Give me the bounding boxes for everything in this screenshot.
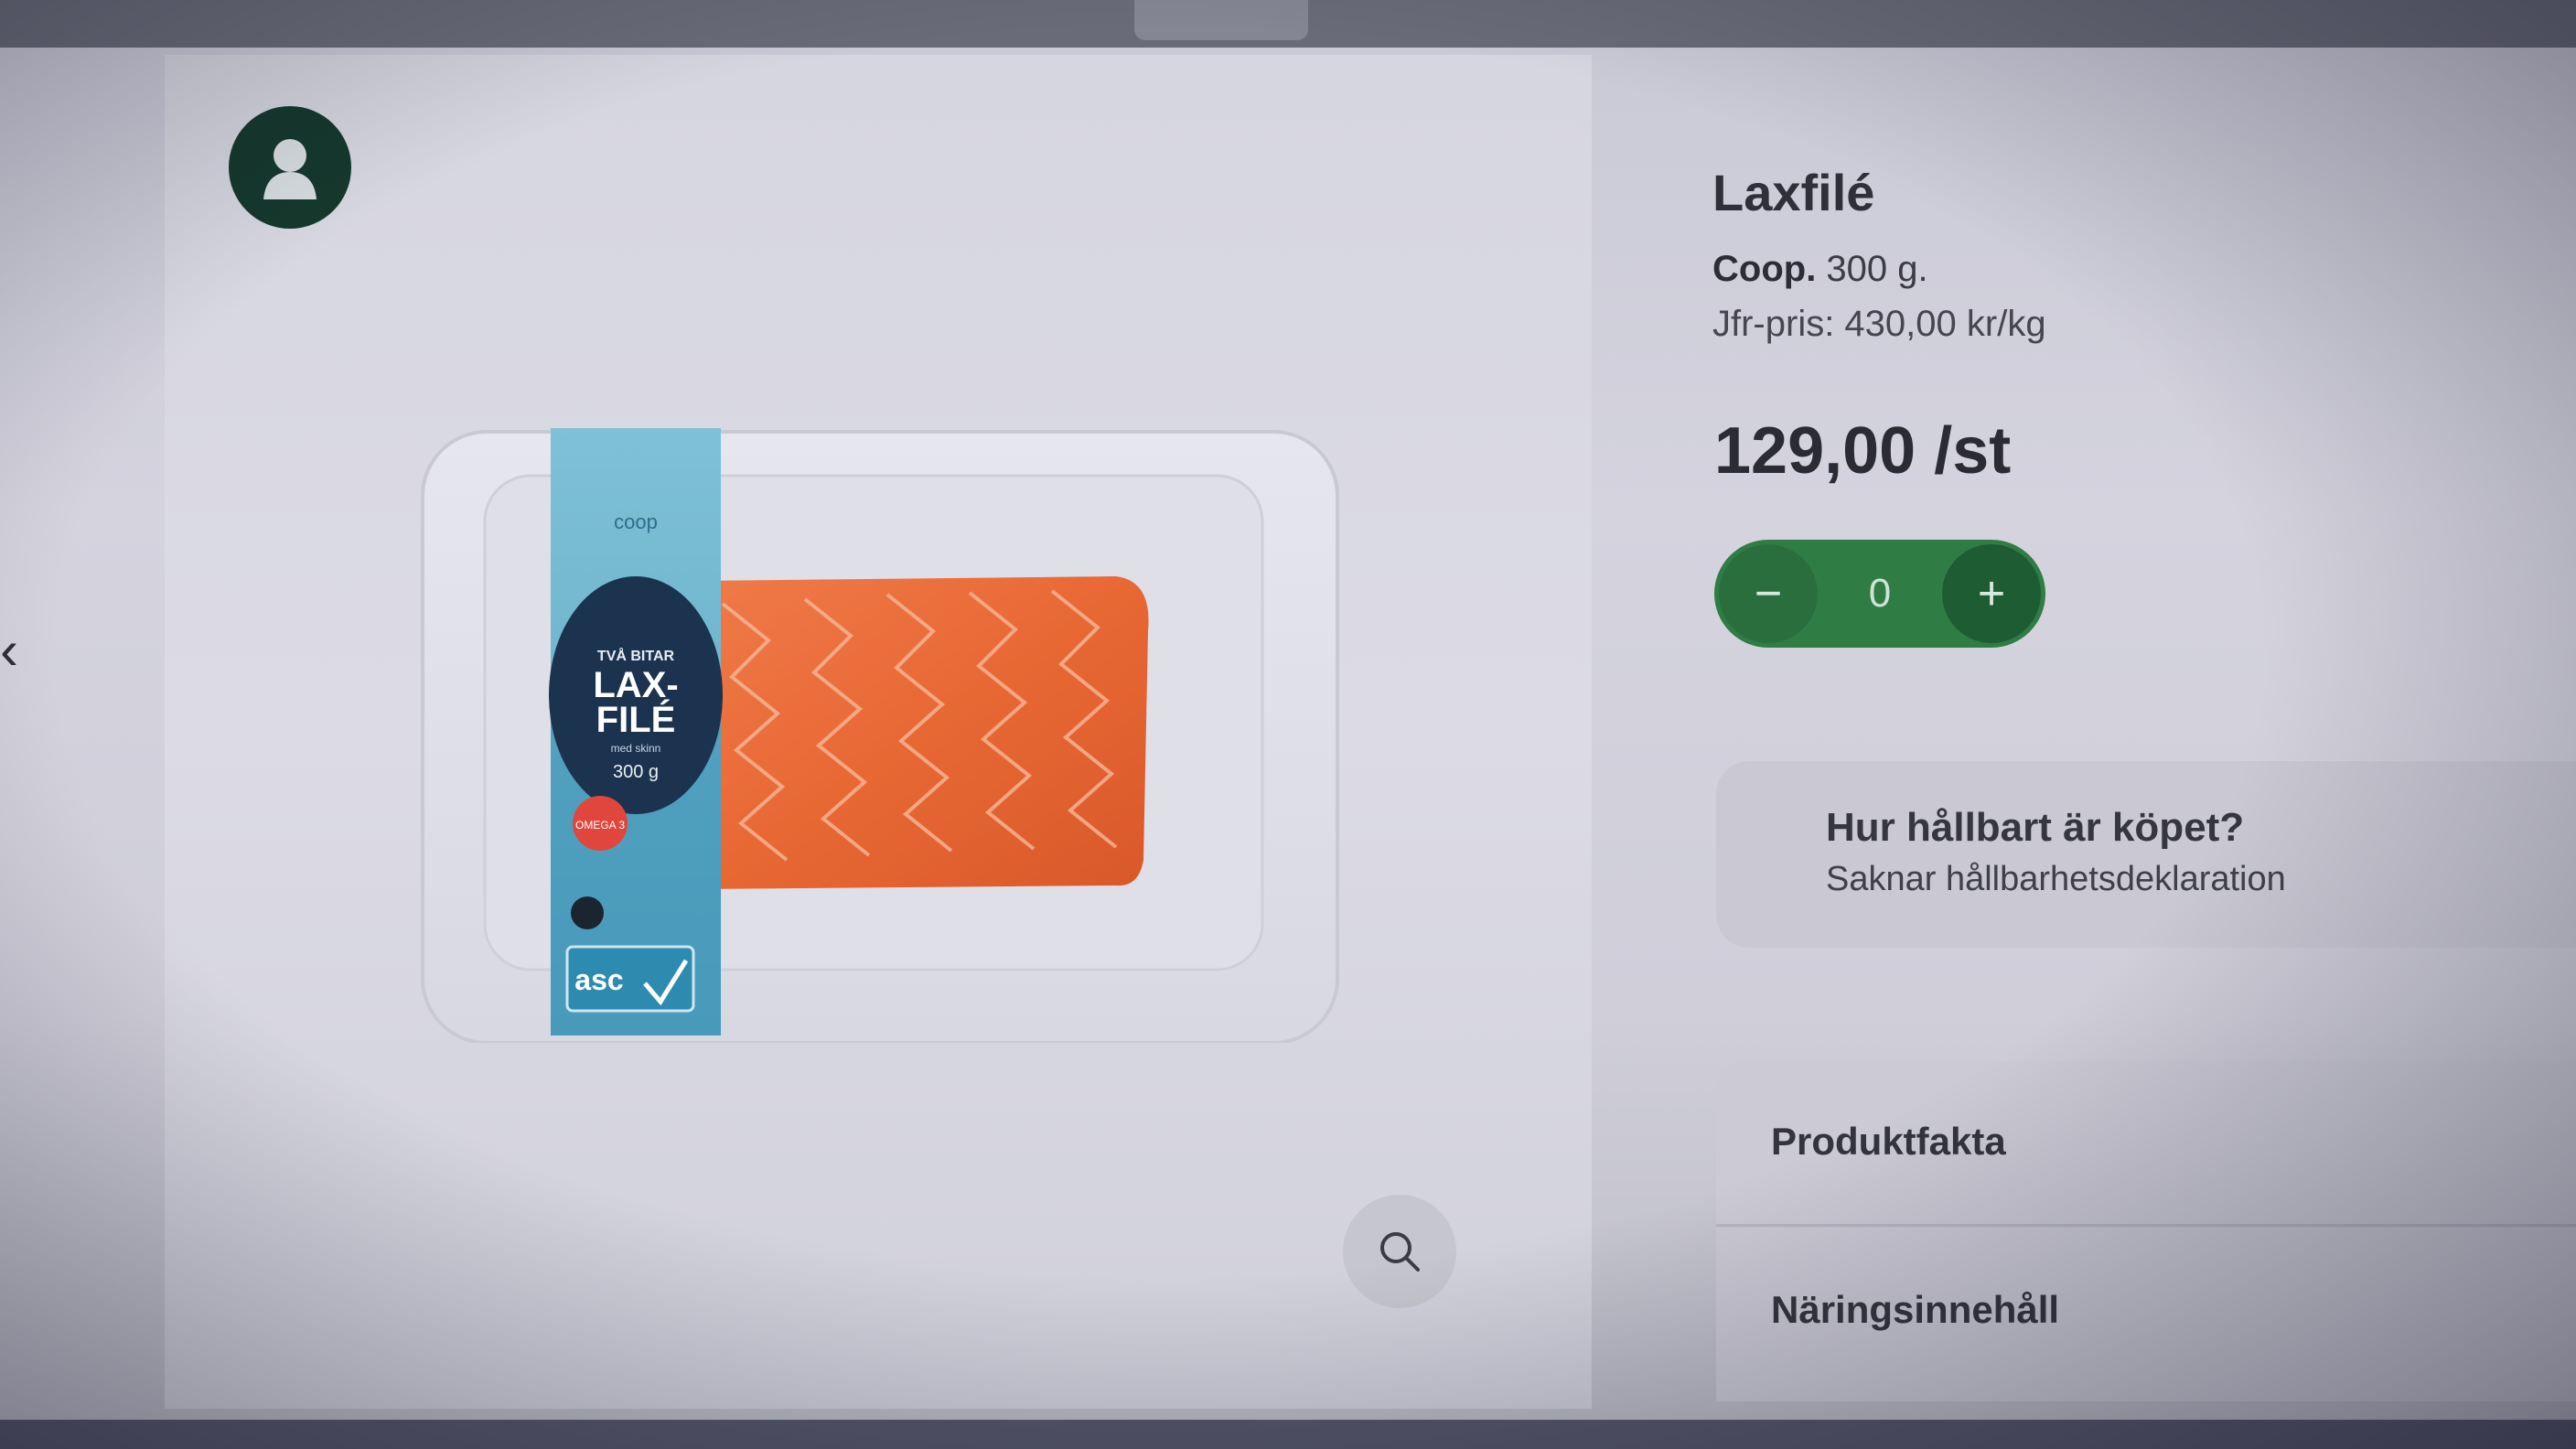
accordion-label: Näringsinnehåll <box>1771 1288 2060 1331</box>
product-title: Laxfilé <box>1712 164 1875 221</box>
decrease-quantity-button[interactable]: − <box>1719 544 1818 643</box>
increase-quantity-button[interactable]: + <box>1942 544 2041 643</box>
divider <box>1716 1224 2576 1227</box>
screen: ‹ coop TVÅ BITAR LAX- FILÉ med skinn 300… <box>0 0 2576 1449</box>
accordion-produktfakta[interactable]: Produktfakta <box>1716 1061 2576 1226</box>
package-line3: FILÉ <box>596 699 676 740</box>
chevron-left-icon[interactable]: ‹ <box>0 618 18 682</box>
product-image: coop TVÅ BITAR LAX- FILÉ med skinn 300 g… <box>421 421 1345 1045</box>
zoom-button[interactable] <box>1343 1195 1456 1308</box>
bottom-bar <box>0 1420 2576 1449</box>
plus-icon: + <box>1977 567 2006 620</box>
top-tab-edge <box>1134 0 1308 40</box>
search-icon <box>1380 1232 1420 1272</box>
product-brand: Coop. <box>1712 249 1817 289</box>
package-line1: TVÅ BITAR <box>597 647 675 664</box>
product-meta: Coop. 300 g. <box>1712 249 1928 290</box>
product-price: 129,00 /st <box>1714 414 2012 488</box>
user-silhouette-icon <box>263 139 317 199</box>
package-line4: med skinn <box>611 742 661 755</box>
top-bar <box>0 0 2576 48</box>
package-badge: OMEGA 3 <box>575 819 625 832</box>
accordion-label: Produktfakta <box>1771 1120 2006 1163</box>
package-brand-mark: coop <box>614 510 658 533</box>
sustainability-title: Hur hållbart är köpet? <box>1826 805 2245 850</box>
product-size: 300 g. <box>1816 249 1928 289</box>
accordion-naringsinnehall[interactable]: Näringsinnehåll <box>1716 1228 2576 1401</box>
avatar[interactable] <box>229 106 351 229</box>
package-cert: asc <box>574 963 623 996</box>
package-weight: 300 g <box>613 762 659 782</box>
quantity-stepper: − 0 + <box>1714 540 2045 648</box>
quantity-value: 0 <box>1868 571 1892 616</box>
sustainability-card[interactable] <box>1716 761 2576 948</box>
compare-price: Jfr-pris: 430,00 kr/kg <box>1712 304 2046 344</box>
sustainability-subtitle: Saknar hållbarhetsdeklaration <box>1826 860 2286 898</box>
minus-icon: − <box>1754 567 1783 620</box>
